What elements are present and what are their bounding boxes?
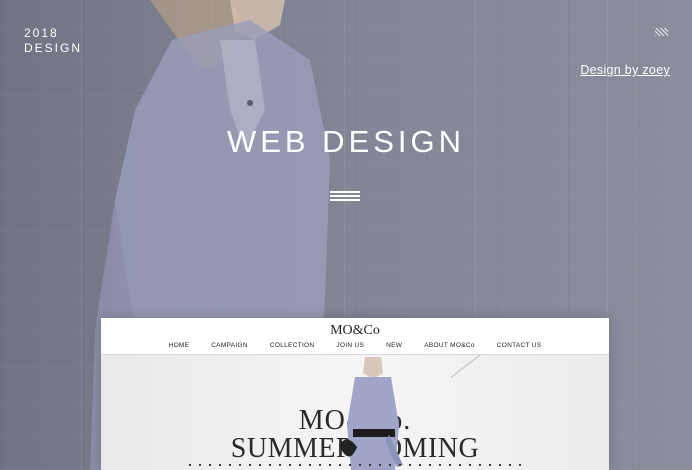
brand-block: 2018 DESIGN (24, 26, 82, 56)
banner-model-face (363, 357, 383, 379)
decor-line (450, 355, 523, 378)
mockup-banner: MO&Co. SUMMER COMING (101, 355, 609, 470)
menu-icon-bar (330, 199, 360, 201)
nav-item-about[interactable]: ABOUT MO&Co (424, 342, 475, 349)
year-label: 2018 (24, 26, 59, 40)
menu-icon-bar (330, 191, 360, 193)
nav-item-new[interactable]: NEW (386, 342, 402, 349)
mockup-logo[interactable]: MO&Co (101, 323, 609, 339)
page-title: WEB DESIGN (226, 124, 466, 159)
banner-model (339, 357, 403, 470)
mockup-nav: HOME CAMPAIGN COLLECTION JOIN US NEW ABO… (101, 342, 609, 349)
banner-model-shirt (347, 377, 399, 470)
pattern-icon (655, 28, 668, 36)
menu-icon[interactable] (330, 191, 360, 202)
nav-item-home[interactable]: HOME (169, 342, 190, 349)
nav-item-campaign[interactable]: CAMPAIGN (211, 342, 248, 349)
dotted-divider (185, 463, 529, 467)
model-button (247, 100, 253, 106)
nav-item-collection[interactable]: COLLECTION (270, 342, 315, 349)
tag-label: DESIGN (24, 41, 83, 55)
credit-link[interactable]: Design by zoey (580, 63, 670, 77)
website-mockup: MO&Co HOME CAMPAIGN COLLECTION JOIN US N… (101, 318, 609, 470)
nav-item-join-us[interactable]: JOIN US (336, 342, 364, 349)
hero-section: 2018 DESIGN Design by zoey WEB DESIGN MO… (0, 0, 692, 470)
nav-item-contact[interactable]: CONTACT US (497, 342, 542, 349)
menu-icon-bar (330, 195, 360, 197)
